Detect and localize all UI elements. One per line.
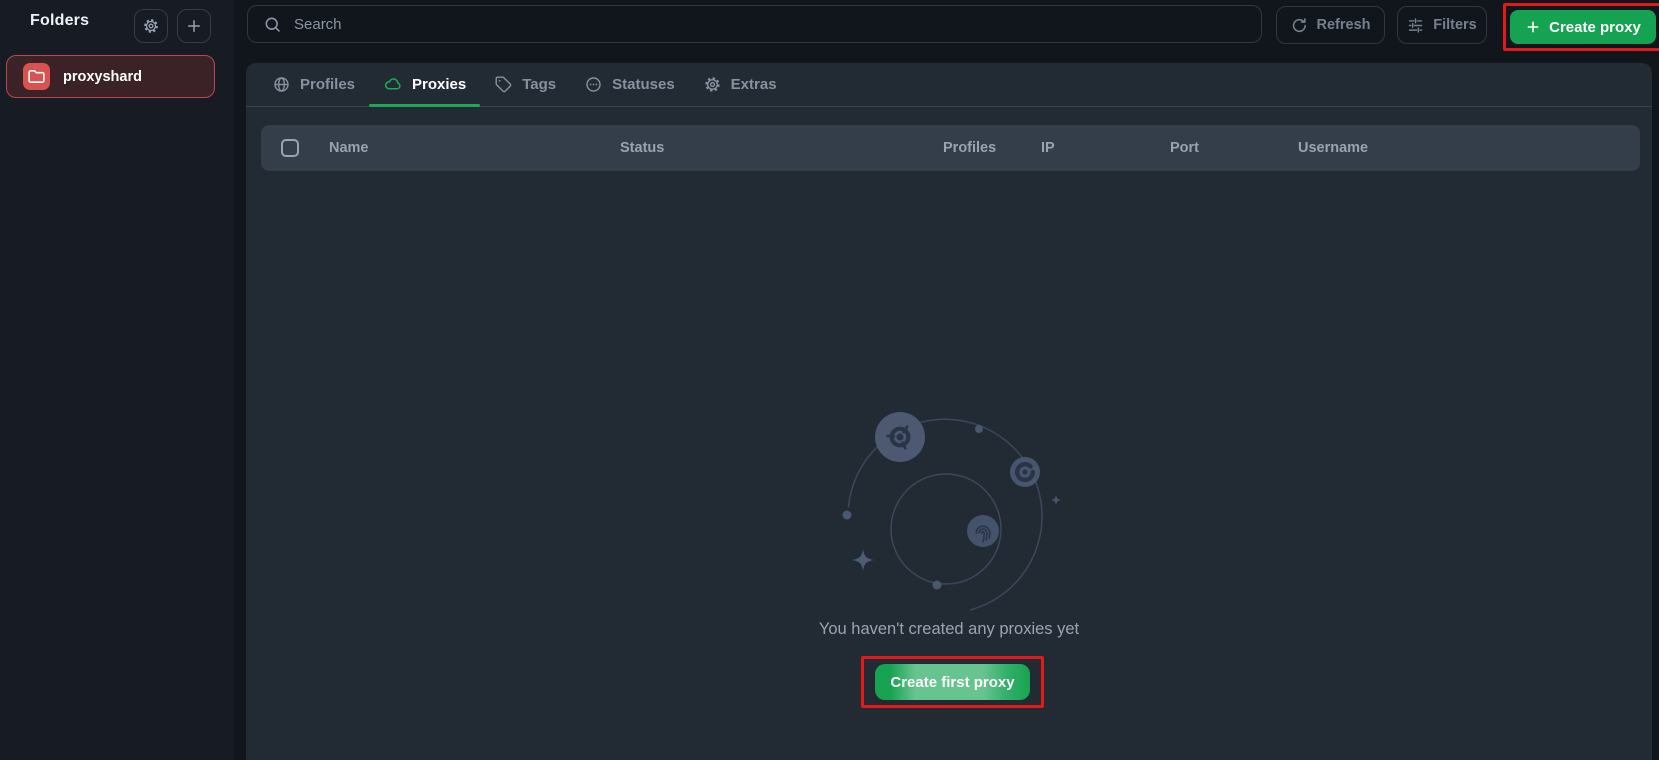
sidebar-folder-proxyshard[interactable]: proxyshard <box>6 55 215 98</box>
column-header-name: Name <box>329 140 369 156</box>
gear-icon <box>142 17 160 35</box>
gear-icon <box>703 75 722 94</box>
filters-button[interactable]: Filters <box>1397 6 1487 44</box>
filters-label: Filters <box>1433 17 1477 33</box>
folder-settings-button[interactable] <box>134 9 168 43</box>
sparkle-icon <box>1051 495 1062 506</box>
sparkle-icon <box>852 549 874 571</box>
column-header-ip: IP <box>1041 140 1055 156</box>
create-first-proxy-label: Create first proxy <box>890 674 1014 691</box>
chrome-icon <box>875 412 925 462</box>
search-input[interactable] <box>282 6 1261 42</box>
refresh-icon <box>1291 17 1308 34</box>
tab-profiles[interactable]: Profiles <box>258 63 369 106</box>
column-header-profiles: Profiles <box>943 140 996 156</box>
refresh-label: Refresh <box>1317 17 1371 33</box>
proxies-panel: Profiles Proxies Tags <box>246 63 1652 760</box>
tab-label: Extras <box>731 76 777 93</box>
folder-icon <box>23 63 50 90</box>
tab-statuses[interactable]: Statuses <box>570 63 689 106</box>
plus-icon <box>185 17 203 35</box>
plus-icon <box>1525 19 1541 35</box>
fingerprint-icon <box>967 515 999 547</box>
add-folder-button[interactable] <box>177 9 211 43</box>
create-proxy-label: Create proxy <box>1549 19 1641 36</box>
search-box <box>247 5 1262 43</box>
tab-tags[interactable]: Tags <box>480 63 570 106</box>
tab-label: Tags <box>522 76 556 93</box>
filters-icon <box>1407 17 1424 34</box>
tab-extras[interactable]: Extras <box>689 63 791 106</box>
annotation-first-proxy-highlight: Create first proxy <box>861 656 1044 708</box>
circle-ellipsis-icon <box>584 75 603 94</box>
create-proxy-button[interactable]: Create proxy <box>1510 10 1656 44</box>
folders-title: Folders <box>30 12 89 30</box>
empty-state-message: You haven't created any proxies yet <box>246 620 1652 639</box>
firefox-icon <box>1010 457 1040 487</box>
tab-label: Profiles <box>300 76 355 93</box>
create-first-proxy-button[interactable]: Create first proxy <box>875 664 1030 700</box>
table-header-row: Name Status Profiles IP Port Username <box>261 125 1640 171</box>
search-icon <box>263 15 282 34</box>
refresh-button[interactable]: Refresh <box>1276 6 1385 44</box>
annotation-create-proxy-highlight: Create proxy <box>1503 3 1659 51</box>
empty-state-illustration <box>786 363 1126 643</box>
column-header-port: Port <box>1170 140 1199 156</box>
globe-icon <box>272 75 291 94</box>
select-all-checkbox[interactable] <box>281 139 299 157</box>
tab-bar: Profiles Proxies Tags <box>246 63 1652 107</box>
tab-label: Proxies <box>412 76 466 93</box>
tab-proxies[interactable]: Proxies <box>369 63 480 106</box>
column-header-status: Status <box>620 140 664 156</box>
folders-sidebar: Folders proxyshard <box>0 0 234 760</box>
folder-name: proxyshard <box>63 69 142 85</box>
column-header-username: Username <box>1298 140 1368 156</box>
tag-icon <box>494 75 513 94</box>
tab-label: Statuses <box>612 76 675 93</box>
cloud-icon <box>383 75 403 95</box>
